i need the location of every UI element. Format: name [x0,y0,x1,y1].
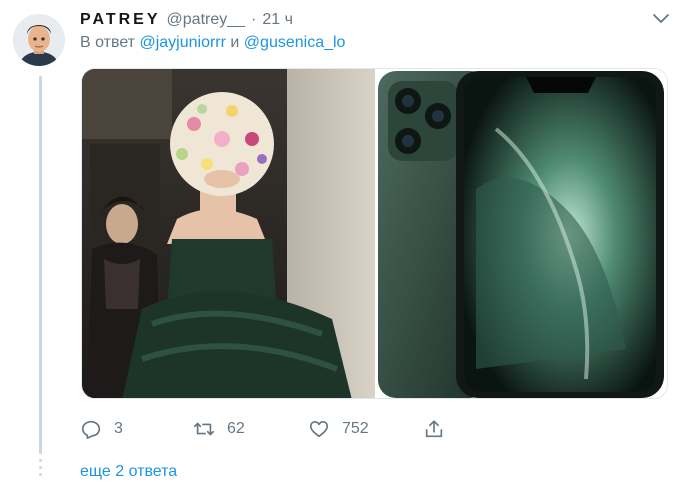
retweet-icon [194,422,214,436]
media-image-right[interactable] [376,69,667,398]
reply-count: 3 [114,420,123,437]
avatar-image [13,14,65,66]
retweet-button[interactable]: 62 [193,416,245,442]
media-image-left[interactable] [82,69,375,398]
mention-link[interactable]: @gusenica_lo [244,34,346,51]
tweet-time[interactable]: 21 ч [262,11,293,29]
reply-button[interactable]: 3 [80,416,123,442]
separator-dot: · [251,11,257,28]
thread-line [39,76,42,454]
like-button[interactable]: 752 [308,416,369,442]
reply-icon [81,420,101,439]
share-button[interactable] [423,416,445,442]
share-icon [425,420,443,438]
reply-prefix: В ответ [80,34,136,51]
display-name[interactable]: PATREY [80,11,161,29]
tweet-header: PATREY @patrey__ · 21 ч [80,8,293,32]
thread-dots [39,459,42,480]
retweet-count: 62 [227,420,245,437]
user-handle[interactable]: @patrey__ [167,11,246,29]
tweet-media[interactable] [81,68,668,399]
mention-link[interactable]: @jayjuniorrr [139,34,225,51]
like-icon [309,421,329,438]
like-count: 752 [342,420,369,437]
chevron-down-icon[interactable] [651,10,671,28]
more-replies-link[interactable]: еще 2 ответа [80,463,177,481]
tweet-actions: 3 62 752 [80,416,460,442]
avatar[interactable] [13,14,65,66]
reply-to-line: В ответ @jayjuniorrr и @gusenica_lo [80,34,345,52]
reply-joiner: и [230,34,240,51]
